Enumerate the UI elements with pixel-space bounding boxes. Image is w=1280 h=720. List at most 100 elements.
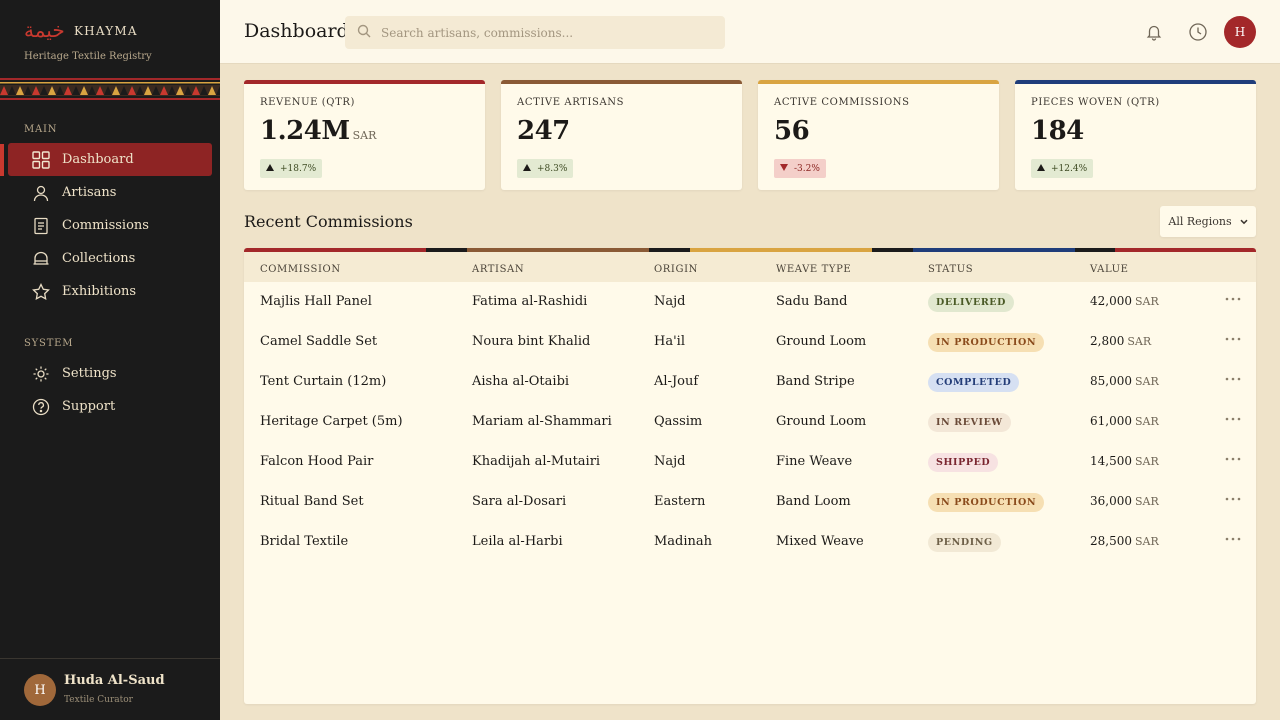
value-cell: 2,800 SAR: [1090, 334, 1152, 348]
weave-cell: Ground Loom: [776, 414, 867, 429]
status-badge: IN PRODUCTION: [928, 493, 1045, 512]
stat-card-artisans[interactable]: ACTIVE ARTISANS 247 +8.3%: [501, 80, 742, 190]
artisan-cell: Noura bint Khalid: [472, 334, 591, 349]
header-avatar[interactable]: H: [1224, 16, 1256, 48]
origin-cell: Najd: [654, 294, 686, 309]
region-filter-select[interactable]: All Regions: [1160, 206, 1256, 237]
khayma-logo-icon: خيمة: [24, 18, 64, 42]
sidebar-item-exhibitions[interactable]: Exhibitions: [8, 275, 212, 308]
search-input[interactable]: [381, 25, 711, 40]
artisan-cell: Khadijah al-Mutairi: [472, 454, 601, 469]
table-row[interactable]: Bridal Textile Leila al-Harbi Madinah Mixed…: [244, 522, 1256, 562]
table-row[interactable]: Camel Saddle Set Noura bint Khalid Ha'il Gr…: [244, 322, 1256, 362]
column-header[interactable]: WEAVE TYPE: [776, 264, 851, 275]
origin-cell: Ha'il: [654, 334, 685, 349]
sidebar-item-label: Collections: [62, 251, 136, 266]
table-row[interactable]: Ritual Band Set Sara al-Dosari Eastern Band…: [244, 482, 1256, 522]
region-filter-value: All Regions: [1168, 215, 1232, 228]
column-header[interactable]: COMMISSION: [260, 264, 341, 275]
document-icon: [32, 217, 50, 235]
nav-section-main: MAIN: [24, 124, 58, 135]
stat-accent-bar: [244, 80, 485, 84]
trend-arrow-icon: [1037, 163, 1045, 174]
commission-cell: Falcon Hood Pair: [260, 454, 374, 469]
sidebar-item-label: Artisans: [62, 185, 117, 200]
stat-value: 184: [1031, 116, 1084, 146]
table-row[interactable]: Tent Curtain (12m) Aisha al-Otaibi Al-Jouf…: [244, 362, 1256, 402]
sidebar-item-label: Exhibitions: [62, 284, 137, 299]
sidebar-item-label: Settings: [62, 366, 117, 381]
user-name: Huda Al-Saud: [64, 673, 165, 688]
more-actions-button[interactable]: [1224, 493, 1242, 505]
brand[interactable]: خيمة KHAYMA: [24, 18, 138, 44]
user-icon: [32, 184, 50, 202]
stat-label: ACTIVE COMMISSIONS: [774, 97, 910, 108]
sidebar-item-dashboard[interactable]: Dashboard: [8, 143, 212, 176]
brand-name: KHAYMA: [74, 24, 138, 38]
column-header[interactable]: ARTISAN: [472, 264, 524, 275]
brand-subtitle: Heritage Textile Registry: [24, 51, 152, 62]
origin-cell: Najd: [654, 454, 686, 469]
stat-value: 56: [774, 116, 810, 146]
sidebar-item-commissions[interactable]: Commissions: [8, 209, 212, 242]
status-badge: IN REVIEW: [928, 413, 1011, 432]
stat-card-commissions[interactable]: ACTIVE COMMISSIONS 56 -3.2%: [758, 80, 999, 190]
more-horizontal-icon: [1225, 417, 1241, 421]
history-button[interactable]: [1186, 20, 1210, 44]
sidebar-item-collections[interactable]: Collections: [8, 242, 212, 275]
table-row[interactable]: Falcon Hood Pair Khadijah al-Mutairi Najd F…: [244, 442, 1256, 482]
tent-icon: [32, 250, 50, 268]
table-row[interactable]: Heritage Carpet (5m) Mariam al-Shammari Qa…: [244, 402, 1256, 442]
top-header: Dashboard H: [220, 0, 1280, 64]
stat-label: ACTIVE ARTISANS: [517, 97, 625, 108]
more-horizontal-icon: [1225, 377, 1241, 381]
more-actions-button[interactable]: [1224, 533, 1242, 545]
weave-cell: Band Loom: [776, 494, 851, 509]
column-header[interactable]: ORIGIN: [654, 264, 698, 275]
sidebar-item-label: Support: [62, 399, 116, 414]
more-actions-button[interactable]: [1224, 333, 1242, 345]
notifications-button[interactable]: [1142, 20, 1166, 44]
more-actions-button[interactable]: [1224, 293, 1242, 305]
trend-arrow-icon: [523, 163, 531, 174]
status-badge: PENDING: [928, 533, 1001, 552]
weave-cell: Ground Loom: [776, 334, 867, 349]
origin-cell: Eastern: [654, 494, 706, 509]
value-cell: 36,000 SAR: [1090, 494, 1159, 508]
status-badge: DELIVERED: [928, 293, 1014, 312]
svg-text:خيمة: خيمة: [24, 18, 64, 42]
column-header[interactable]: VALUE: [1090, 264, 1129, 275]
table-row[interactable]: Majlis Hall Panel Fatima al-Rashidi Najd Sa…: [244, 282, 1256, 322]
sidebar-item-settings[interactable]: Settings: [8, 357, 212, 390]
user-profile[interactable]: H Huda Al-Saud Textile Curator: [0, 658, 220, 720]
page-title: Dashboard: [244, 20, 349, 42]
stat-card-revenue[interactable]: REVENUE (QTR) 1.24M SAR +18.7%: [244, 80, 485, 190]
more-horizontal-icon: [1225, 337, 1241, 341]
more-horizontal-icon: [1225, 497, 1241, 501]
sadu-pattern-divider: [0, 78, 220, 100]
search-icon: [357, 23, 371, 42]
stat-value: 247: [517, 116, 570, 146]
artisan-cell: Fatima al-Rashidi: [472, 294, 588, 309]
commission-cell: Ritual Band Set: [260, 494, 364, 509]
column-header[interactable]: STATUS: [928, 264, 973, 275]
bell-icon: [1146, 25, 1162, 41]
stat-change-badge: -3.2%: [774, 159, 826, 178]
value-cell: 28,500 SAR: [1090, 534, 1159, 548]
sidebar-item-artisans[interactable]: Artisans: [8, 176, 212, 209]
commission-cell: Majlis Hall Panel: [260, 294, 372, 309]
value-cell: 14,500 SAR: [1090, 454, 1159, 468]
stat-accent-bar: [758, 80, 999, 84]
more-actions-button[interactable]: [1224, 373, 1242, 385]
sidebar-item-support[interactable]: Support: [8, 390, 212, 423]
artisan-cell: Sara al-Dosari: [472, 494, 567, 509]
search-bar[interactable]: [345, 16, 725, 49]
sidebar: خيمة KHAYMA Heritage Textile Registry MA…: [0, 0, 220, 720]
more-actions-button[interactable]: [1224, 413, 1242, 425]
stat-card-pieces[interactable]: PIECES WOVEN (QTR) 184 +12.4%: [1015, 80, 1256, 190]
section-title: Recent Commissions: [244, 212, 413, 231]
gear-icon: [32, 365, 50, 383]
user-role: Textile Curator: [64, 695, 133, 705]
stat-label: PIECES WOVEN (QTR): [1031, 97, 1160, 108]
more-actions-button[interactable]: [1224, 453, 1242, 465]
